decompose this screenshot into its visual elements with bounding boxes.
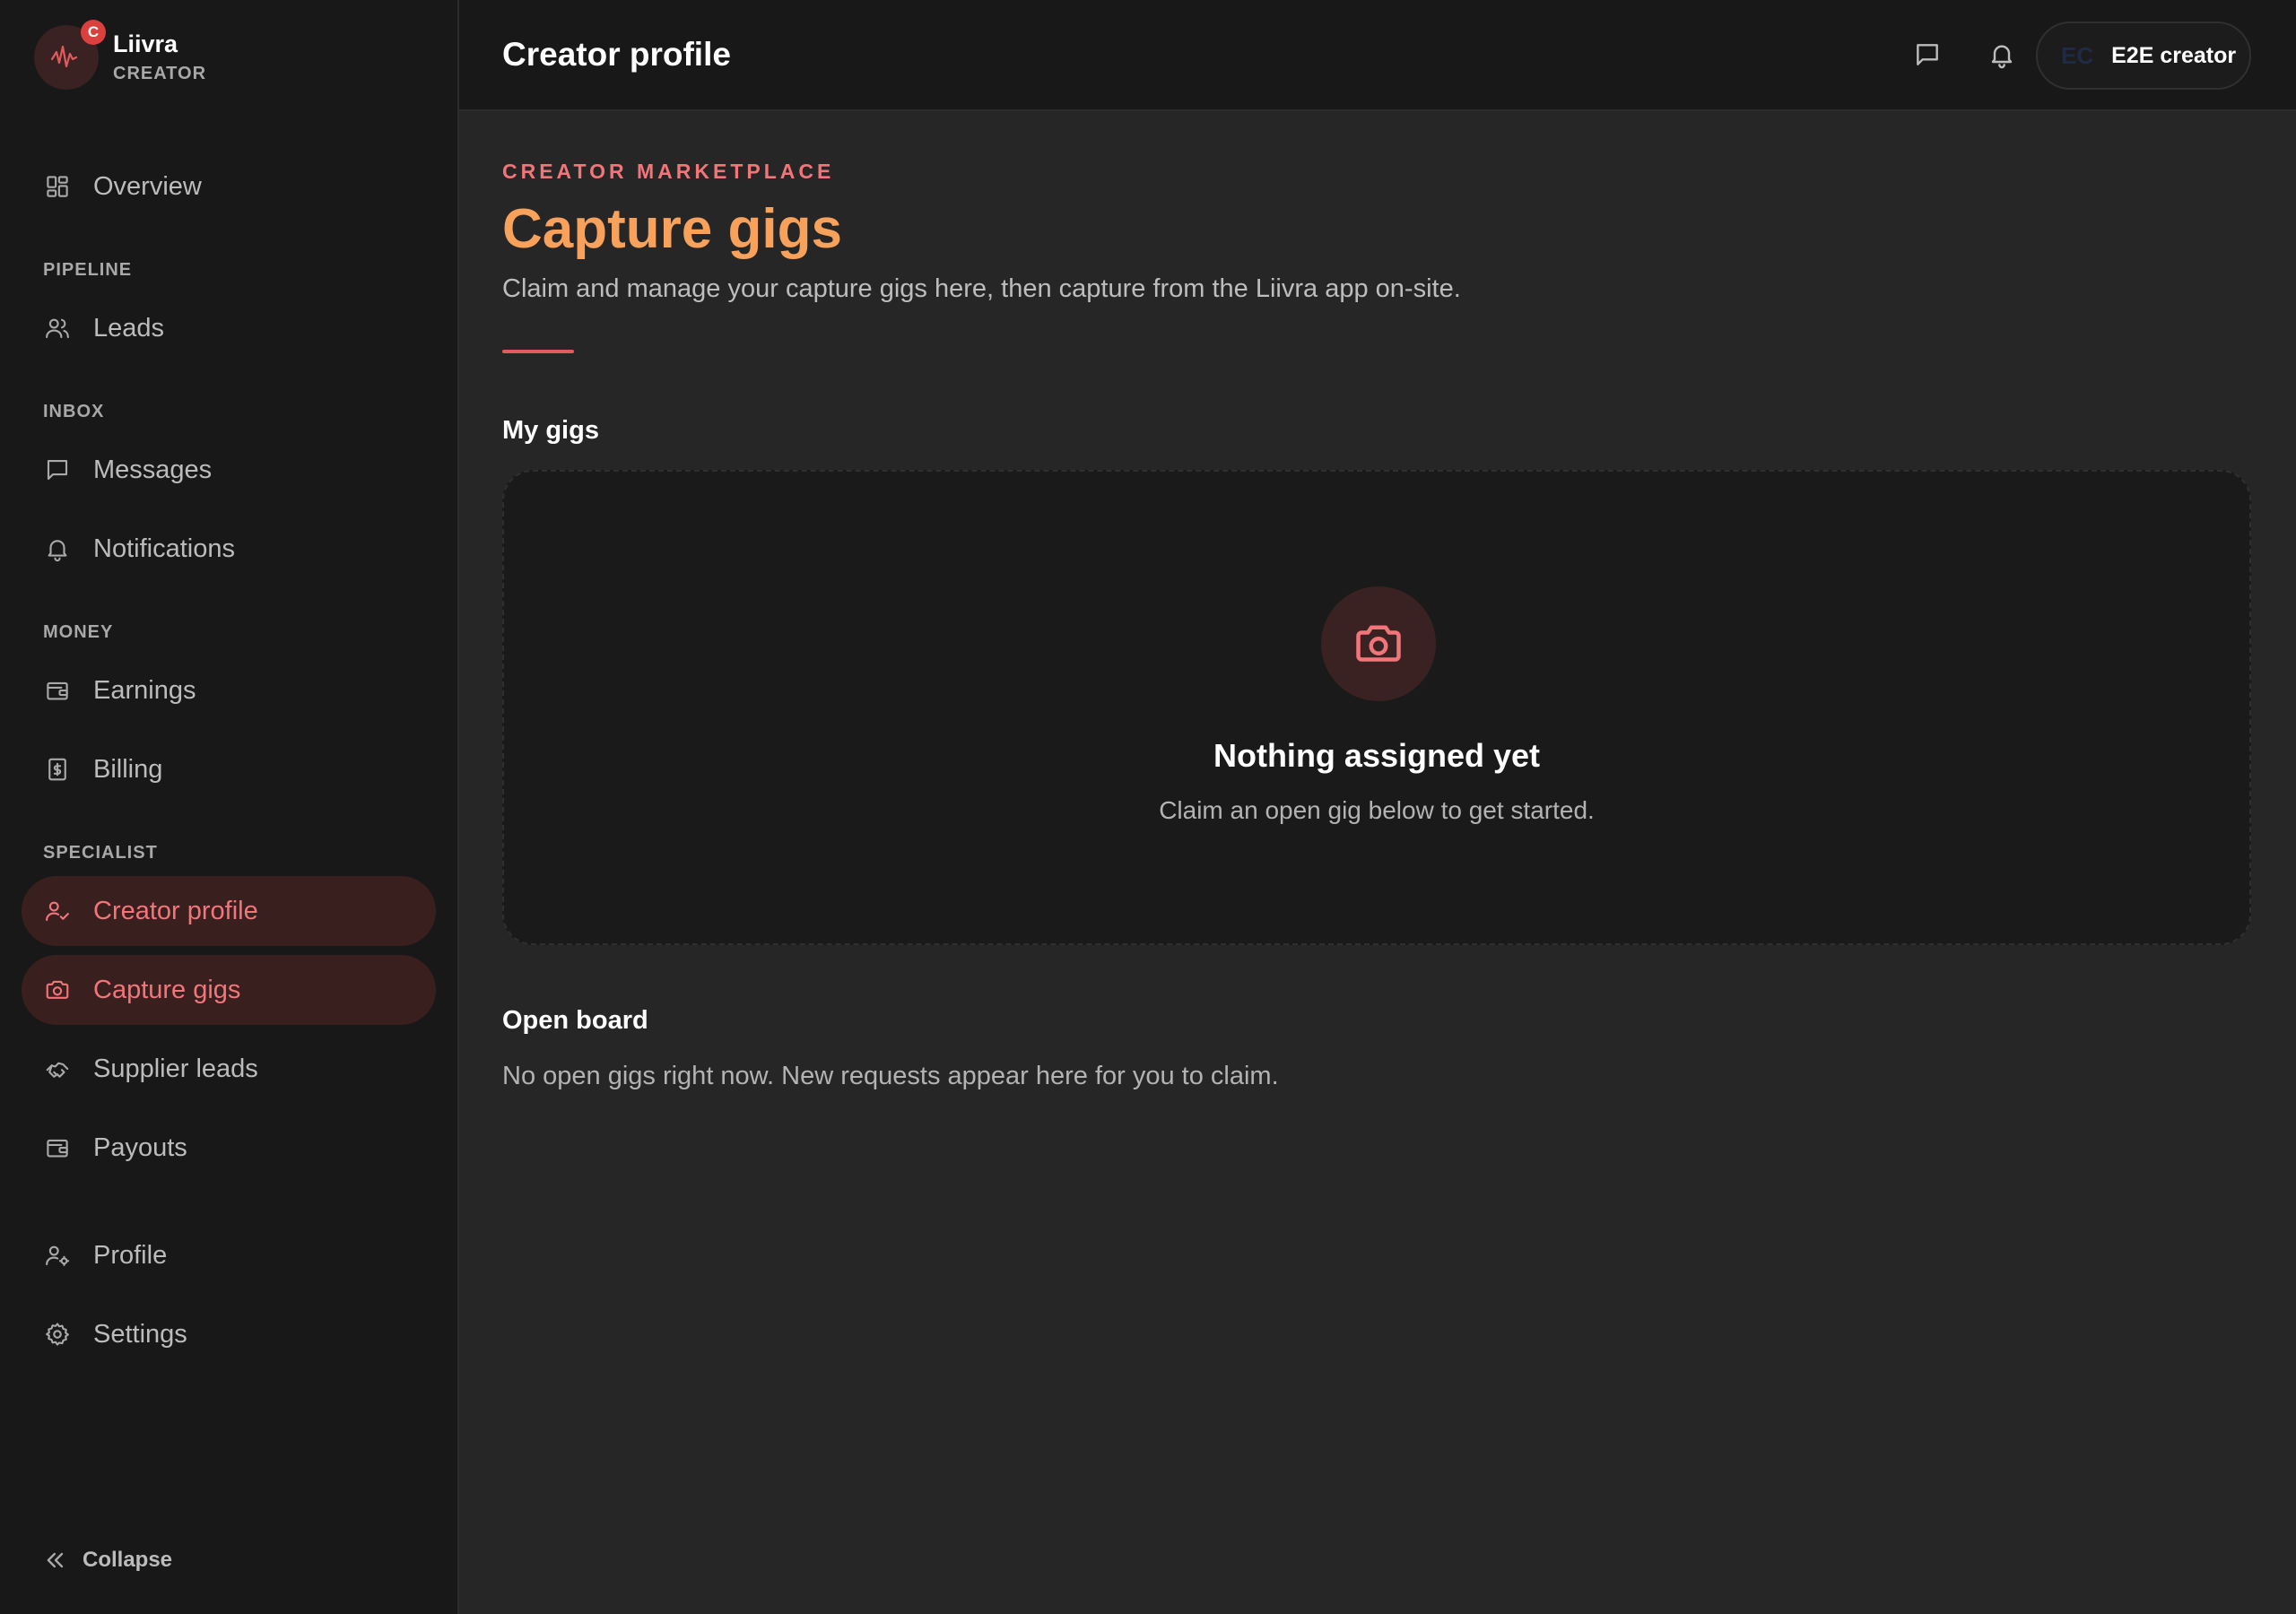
sidebar-item-payouts[interactable]: Payouts [22,1113,436,1183]
wallet-icon [43,1133,72,1162]
sidebar-item-label: Billing [93,754,163,784]
message-icon [1917,44,1938,65]
sidebar-item-label: Messages [93,455,213,484]
sidebar-item-label: Profile [93,1240,168,1270]
sidebar-item-profile[interactable]: Profile [22,1220,436,1290]
avatar: EC [2061,41,2094,69]
bell-icon [1991,45,2013,69]
logo: C [34,20,106,90]
messages-button[interactable] [1910,38,1944,72]
page-title: Capture gigs [502,198,842,260]
sidebar-item-label: Settings [93,1319,187,1349]
sidebar-item-billing[interactable]: Billing [22,734,436,804]
brand-badge: C [81,20,106,45]
sidebar-item-label: Overview [93,171,202,201]
brand-role: CREATOR [113,64,207,83]
empty-state-subtitle: Claim an open gig below to get started. [1159,796,1595,824]
handshake-icon [43,1054,72,1083]
user-menu-button[interactable]: EC E2E creator [2036,22,2251,90]
open-board-empty-text: No open gigs right now. New requests app… [502,1062,1279,1090]
sidebar-item-label: Earnings [93,675,196,705]
chevrons-left-icon [47,1552,64,1568]
receipt-icon [43,755,72,784]
message-icon [43,456,72,484]
section-label-money: MONEY [43,622,114,642]
empty-state-icon-circle [1321,586,1436,701]
sidebar-item-earnings[interactable]: Earnings [22,655,436,725]
camera-icon [1356,625,1401,662]
collapse-button[interactable]: Collapse [43,1548,172,1573]
my-gigs-empty-state: Nothing assigned yet Claim an open gig b… [502,470,2251,945]
sidebar-item-supplier-leads[interactable]: Supplier leads [22,1034,436,1104]
sidebar-item-leads[interactable]: Leads [22,293,436,363]
page-subtitle: Claim and manage your capture gigs here,… [502,274,1461,303]
brand-name: Liivra [113,30,178,57]
user-name: E2E creator [2111,42,2237,68]
sidebar-item-label: Capture gigs [93,975,241,1004]
sidebar-item-label: Leads [93,313,165,343]
collapse-label: Collapse [83,1548,173,1572]
sidebar-item-label: Payouts [93,1132,187,1162]
sidebar-item-messages[interactable]: Messages [22,435,436,505]
open-board-heading: Open board [502,1006,648,1035]
section-label-inbox: INBOX [43,402,105,421]
sidebar-item-capture-gigs[interactable]: Capture gigs [22,955,436,1025]
layout-grid-icon [43,172,72,201]
wallet-icon [43,676,72,705]
brand[interactable]: C Liivra CREATOR [34,20,207,90]
empty-state-title: Nothing assigned yet [1213,737,1541,774]
main-area: Creator profile EC E2E creator CREATOR M… [459,0,2296,1614]
gear-icon [43,1320,72,1349]
sidebar-item-notifications[interactable]: Notifications [22,514,436,584]
notifications-button[interactable] [1985,38,2019,72]
page-header-title: Creator profile [502,36,731,73]
user-cog-icon [43,1241,72,1270]
sidebar-item-overview[interactable]: Overview [22,152,436,221]
my-gigs-heading: My gigs [502,416,599,445]
sidebar-item-label: Creator profile [93,896,258,925]
bell-icon [43,534,72,563]
sidebar-item-label: Notifications [93,534,235,563]
waveform-logo-icon [50,45,78,68]
page-eyebrow: CREATOR MARKETPLACE [502,160,835,183]
accent-divider [502,350,574,353]
topbar: Creator profile EC E2E creator [459,0,2296,111]
sidebar-item-settings[interactable]: Settings [22,1299,436,1369]
sidebar-item-label: Supplier leads [93,1054,258,1083]
users-icon [43,314,72,343]
camera-icon [43,976,72,1004]
sidebar-item-creator-profile[interactable]: Creator profile [22,876,436,946]
sidebar: C Liivra CREATOR Overview PIPELINE Leads… [0,0,459,1614]
user-check-icon [43,897,72,925]
section-label-specialist: SPECIALIST [43,843,158,863]
section-label-pipeline: PIPELINE [43,260,133,280]
